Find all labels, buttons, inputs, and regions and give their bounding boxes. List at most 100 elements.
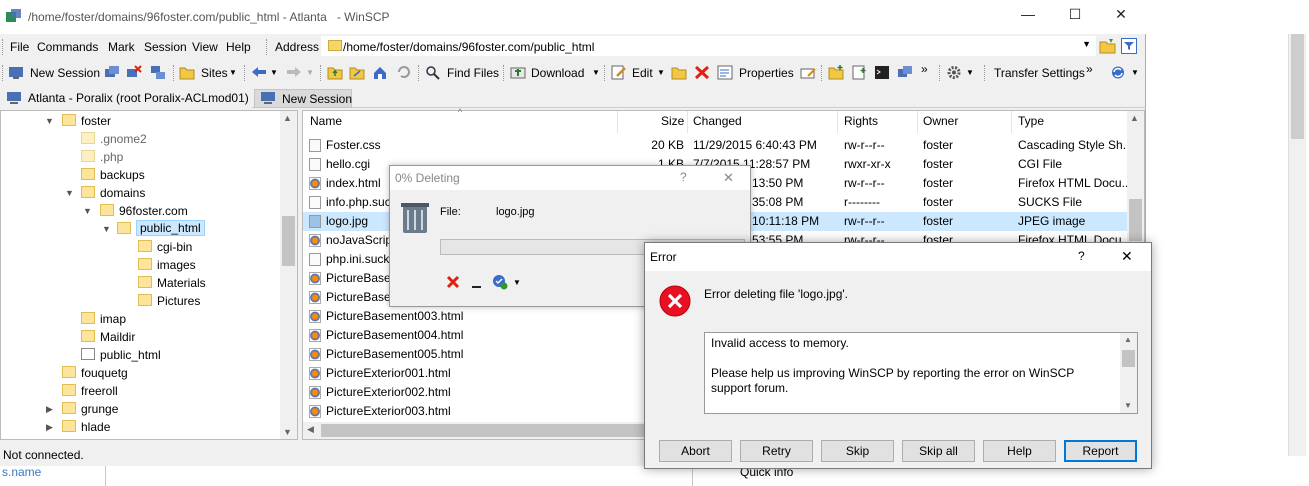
folder-icon bbox=[62, 366, 76, 378]
new-folder-icon[interactable] bbox=[828, 65, 844, 80]
column-header-rights[interactable]: Rights bbox=[844, 114, 878, 134]
status-text: Not connected. bbox=[3, 448, 84, 462]
scroll-down-icon[interactable]: ▼ bbox=[1124, 401, 1132, 410]
maximize-button[interactable]: ☐ bbox=[1052, 6, 1098, 28]
open-folder-icon[interactable] bbox=[1099, 38, 1117, 54]
menu-file[interactable]: File bbox=[10, 40, 29, 54]
title-bar[interactable]: /home/foster/domains/96foster.com/public… bbox=[0, 0, 1146, 34]
scroll-up-icon[interactable]: ▲ bbox=[1124, 335, 1132, 344]
background-scrollbar[interactable] bbox=[1288, 34, 1306, 456]
filter-icon[interactable] bbox=[1121, 38, 1137, 54]
error-details[interactable]: Invalid access to memory. Please help us… bbox=[704, 332, 1138, 414]
rename-icon[interactable] bbox=[800, 65, 816, 80]
menu-mark[interactable]: Mark bbox=[108, 40, 135, 54]
column-header-type[interactable]: Type bbox=[1018, 114, 1044, 134]
address-label: Address bbox=[275, 40, 320, 54]
abort-button[interactable]: Abort bbox=[659, 440, 732, 462]
address-value[interactable]: /home/foster/domains/96foster.com/public… bbox=[343, 40, 594, 54]
scroll-thumb[interactable] bbox=[282, 216, 295, 266]
expand-icon[interactable]: ▶ bbox=[46, 422, 53, 433]
workspace-icon[interactable] bbox=[104, 65, 120, 80]
collapse-icon[interactable]: ▼ bbox=[65, 188, 74, 198]
root-directory-icon[interactable] bbox=[349, 65, 365, 80]
once-done-dropdown-icon[interactable]: ▼ bbox=[513, 278, 521, 287]
more-icon[interactable]: » bbox=[1086, 62, 1093, 76]
error-details-scrollbar[interactable]: ▲ ▼ bbox=[1120, 333, 1137, 413]
new-session-button[interactable]: New Session bbox=[30, 66, 100, 80]
scroll-thumb[interactable] bbox=[1129, 199, 1142, 241]
properties-button[interactable]: Properties bbox=[739, 66, 794, 80]
refresh-icon[interactable] bbox=[396, 65, 412, 80]
scroll-thumb[interactable] bbox=[1122, 350, 1135, 367]
column-header-changed[interactable]: Changed bbox=[693, 114, 742, 134]
sites-button[interactable]: Sites bbox=[201, 66, 228, 80]
disconnect-icon[interactable] bbox=[126, 65, 142, 80]
error-dialog-titlebar[interactable]: Error ? ✕ bbox=[645, 243, 1151, 271]
transfer-settings-dropdown[interactable]: Transfer Settings bbox=[994, 66, 1085, 80]
collapse-icon[interactable]: ▼ bbox=[83, 206, 92, 216]
home-icon[interactable] bbox=[372, 65, 388, 80]
collapse-icon[interactable]: ▼ bbox=[45, 116, 54, 126]
more-icon[interactable]: » bbox=[921, 62, 928, 76]
menu-commands[interactable]: Commands bbox=[37, 40, 98, 54]
once-done-icon[interactable] bbox=[491, 273, 509, 291]
column-header-owner[interactable]: Owner bbox=[923, 114, 958, 134]
address-field[interactable]: /home/foster/domains/96foster.com/public… bbox=[321, 36, 1096, 56]
deleting-dialog-titlebar[interactable]: 0% Deleting ? ✕ bbox=[390, 166, 750, 190]
help-button[interactable]: ? bbox=[680, 170, 687, 184]
forward-dropdown-icon[interactable]: ▼ bbox=[306, 68, 314, 77]
report-button[interactable]: Report bbox=[1064, 440, 1137, 462]
scroll-up-icon[interactable]: ▲ bbox=[283, 113, 292, 123]
column-header-size[interactable]: Size bbox=[661, 114, 684, 134]
sync-dropdown-icon[interactable]: ▼ bbox=[1131, 68, 1139, 77]
putty-icon[interactable] bbox=[897, 65, 913, 80]
expand-icon[interactable]: ▶ bbox=[46, 404, 53, 415]
table-row[interactable]: Foster.css 20 KB 11/29/2015 6:40:43 PM rw-r… bbox=[303, 136, 1133, 155]
sync-icon[interactable] bbox=[1110, 65, 1126, 80]
edit-dropdown-icon[interactable]: ▼ bbox=[657, 68, 665, 77]
duplicate-session-icon[interactable] bbox=[150, 65, 166, 80]
chevron-down-icon[interactable]: ▼ bbox=[229, 68, 237, 77]
new-file-icon[interactable] bbox=[851, 65, 867, 80]
back-arrow-icon[interactable] bbox=[251, 65, 267, 80]
console-icon[interactable] bbox=[874, 65, 890, 80]
edit-button[interactable]: Edit bbox=[632, 66, 653, 80]
skip-all-button[interactable]: Skip all bbox=[902, 440, 975, 462]
minimize-button[interactable]: — bbox=[1005, 6, 1051, 28]
scroll-down-icon[interactable]: ▼ bbox=[283, 427, 292, 437]
menu-help[interactable]: Help bbox=[226, 40, 251, 54]
new-session-icon bbox=[9, 67, 23, 79]
gear-dropdown-icon[interactable]: ▼ bbox=[966, 68, 974, 77]
scroll-thumb[interactable] bbox=[321, 424, 647, 437]
download-dropdown-icon[interactable]: ▼ bbox=[592, 68, 600, 77]
open-folder-icon[interactable] bbox=[671, 65, 687, 80]
chevron-down-icon[interactable]: ▼ bbox=[1082, 39, 1091, 49]
back-dropdown-icon[interactable]: ▼ bbox=[270, 68, 278, 77]
close-button[interactable]: ✕ bbox=[1098, 6, 1144, 28]
minimize-to-tray-icon[interactable] bbox=[470, 276, 482, 290]
menu-session[interactable]: Session bbox=[144, 40, 187, 54]
close-button[interactable]: ✕ bbox=[1121, 248, 1133, 265]
help-button[interactable]: ? bbox=[1078, 249, 1085, 263]
skip-button[interactable]: Skip bbox=[821, 440, 894, 462]
collapse-icon[interactable]: ▼ bbox=[102, 224, 111, 234]
close-button[interactable]: ✕ bbox=[723, 170, 734, 186]
tab-session-active[interactable]: Atlanta - Poralix (root Poralix-ACLmod01… bbox=[0, 89, 252, 108]
tree-scrollbar[interactable]: ▲ ▼ bbox=[280, 111, 297, 439]
retry-button[interactable]: Retry bbox=[740, 440, 813, 462]
delete-icon[interactable] bbox=[694, 65, 710, 80]
forward-arrow-icon[interactable] bbox=[286, 65, 302, 80]
column-header-name[interactable]: Name bbox=[310, 114, 342, 134]
tab-new-session[interactable]: New Session bbox=[254, 89, 352, 108]
menu-view[interactable]: View bbox=[192, 40, 218, 54]
scroll-up-icon[interactable]: ▲ bbox=[1130, 113, 1139, 123]
parent-directory-icon[interactable] bbox=[327, 65, 343, 80]
scroll-left-icon[interactable]: ◀ bbox=[307, 424, 314, 435]
gear-icon[interactable] bbox=[946, 65, 962, 80]
download-button[interactable]: Download bbox=[531, 66, 584, 80]
help-dialog-button[interactable]: Help bbox=[983, 440, 1056, 462]
cancel-icon[interactable] bbox=[445, 274, 461, 290]
recycle-bin-icon bbox=[401, 203, 429, 233]
directory-tree[interactable]: ▼ foster .gnome2 .php backups ▼ domains … bbox=[0, 110, 298, 440]
find-files-button[interactable]: Find Files bbox=[447, 66, 499, 80]
